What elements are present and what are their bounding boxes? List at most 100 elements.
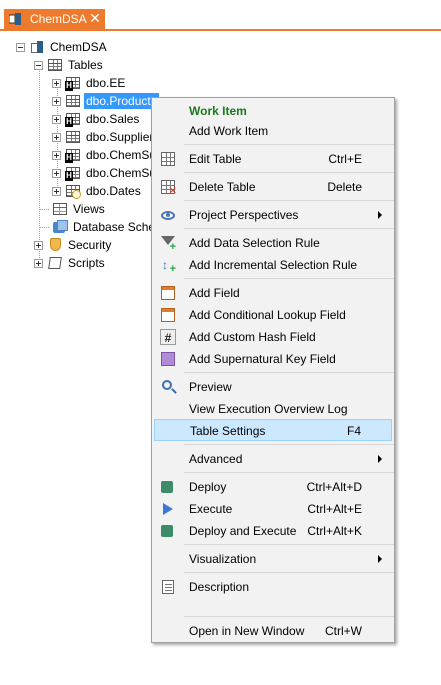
menu-item-shortcut: Ctrl+Alt+K [307, 524, 362, 538]
close-icon[interactable]: ✕ [88, 10, 102, 26]
menu-item-shortcut: Delete [327, 180, 362, 194]
tree-node-table[interactable]: H dbo.EE [52, 74, 127, 92]
tree-node-table[interactable]: dbo.Dates [52, 182, 143, 200]
expand-toggle[interactable] [52, 168, 61, 178]
menu-item-shortcut: Ctrl+E [328, 152, 362, 166]
menu-item-label: Project Perspectives [189, 208, 299, 222]
menu-item-add-supernatural-key-field[interactable]: Add Supernatural Key Field [154, 348, 392, 370]
incremental-rule-icon: ↕ + [162, 258, 176, 275]
submenu-arrow-icon [378, 211, 382, 219]
menu-item-open-in-new-window[interactable]: Open in New Window Ctrl+W [154, 620, 392, 642]
execute-icon [160, 501, 176, 517]
menu-item-label: Deploy and Execute [189, 524, 297, 538]
tree-node-table-selected[interactable]: dbo.Products [52, 92, 159, 110]
expand-toggle[interactable] [52, 114, 61, 124]
menu-item-add-work-item[interactable]: Add Work Item [154, 120, 392, 142]
expand-toggle[interactable] [34, 258, 43, 268]
tab-chemdsa[interactable]: ChemDSA ✕ [4, 9, 105, 29]
menu-item-add-custom-hash-field[interactable]: # Add Custom Hash Field [154, 326, 392, 348]
tree-node-table[interactable]: dbo.Supplier [52, 128, 155, 146]
eye-icon [160, 207, 176, 223]
menu-item-project-perspectives[interactable]: Project Perspectives [154, 204, 392, 226]
submenu-arrow-icon [378, 455, 382, 463]
menu-item-table-settings[interactable]: Table Settings F4 [154, 419, 392, 441]
edit-table-icon [160, 151, 176, 167]
tree-node-label: Tables [68, 58, 103, 72]
tree-node-security[interactable]: Security [34, 236, 113, 254]
menu-separator [184, 144, 394, 145]
menu-item-label: View Execution Overview Log [189, 402, 348, 416]
tree-node-table[interactable]: H dbo.Sales [52, 110, 141, 128]
menu-item-delete-table[interactable]: ✕ Delete Table Delete [154, 176, 392, 198]
menu-item-deploy[interactable]: Deploy Ctrl+Alt+D [154, 476, 392, 498]
menu-item-deploy-and-execute[interactable]: Deploy and Execute Ctrl+Alt+K [154, 520, 392, 542]
views-icon [52, 201, 68, 217]
menu-item-shortcut: F4 [346, 424, 361, 438]
menu-item-add-conditional-lookup-field[interactable]: Add Conditional Lookup Field [154, 304, 392, 326]
collapse-toggle[interactable] [34, 60, 43, 70]
menu-item-label: Visualization [189, 552, 257, 566]
tree-node-label: dbo.ChemSu [86, 166, 157, 180]
menu-item-shortcut: Ctrl+W [325, 624, 362, 638]
expand-toggle[interactable] [52, 150, 61, 160]
tree-node-root[interactable]: ChemDSA [16, 38, 109, 56]
menu-item-label: Add Supernatural Key Field [189, 352, 336, 366]
tree-node-database-schema[interactable]: Database Schem [48, 218, 167, 236]
menu-item-label: Add Field [189, 286, 240, 300]
menu-item-execute[interactable]: Execute Ctrl+Alt+E [154, 498, 392, 520]
menu-item-edit-table[interactable]: Edit Table Ctrl+E [154, 148, 392, 170]
tree-node-table[interactable]: H dbo.ChemSu [52, 146, 158, 164]
tree-node-table[interactable]: H dbo.ChemSu [52, 164, 158, 182]
tree-node-label: Security [68, 238, 112, 252]
menu-item-add-incremental-selection-rule[interactable]: ↕ + Add Incremental Selection Rule [154, 254, 392, 276]
tree-node-label: dbo.Supplier [86, 130, 154, 144]
menu-separator [184, 172, 394, 173]
menu-item-description[interactable]: Description [154, 576, 392, 598]
menu-item-label: Add Data Selection Rule [189, 236, 320, 250]
menu-header-label: Work Item [189, 104, 247, 118]
context-menu: Work Item Add Work Item Edit Table Ctrl+… [151, 97, 395, 643]
description-icon [160, 579, 176, 595]
add-filter-icon: + [160, 235, 176, 253]
hub-table-icon: H [65, 165, 81, 181]
tree-node-scripts[interactable]: Scripts [34, 254, 107, 272]
expand-toggle[interactable] [34, 240, 43, 250]
menu-item-label: Preview [189, 380, 232, 394]
menu-item-add-field[interactable]: Add Field [154, 282, 392, 304]
expand-toggle[interactable] [52, 132, 61, 142]
collapse-toggle[interactable] [16, 42, 25, 52]
tree-node-label: ChemDSA [50, 40, 107, 54]
tree-connector [39, 62, 40, 262]
menu-item-advanced[interactable]: Advanced [154, 448, 392, 470]
menu-item-label: Description [189, 580, 250, 594]
menu-item-label: Add Incremental Selection Rule [189, 258, 358, 272]
deploy-icon [160, 479, 176, 495]
menu-item-label: Open in New Window [189, 624, 305, 638]
menu-separator [184, 616, 394, 617]
hub-table-icon: H [65, 111, 81, 127]
expand-toggle[interactable] [52, 78, 61, 88]
menu-separator [184, 372, 394, 373]
delete-table-icon: ✕ [160, 179, 177, 197]
document-tab-strip: ChemDSA ✕ [0, 0, 441, 32]
menu-separator [184, 444, 394, 445]
tree-node-label: dbo.ChemSu [86, 148, 157, 162]
expand-toggle[interactable] [52, 96, 61, 106]
menu-item-label: Add Work Item [189, 124, 269, 138]
menu-item-view-execution-overview-log[interactable]: View Execution Overview Log [154, 398, 392, 420]
table-icon: H [65, 75, 81, 91]
date-table-icon [65, 183, 81, 199]
project-icon [8, 12, 23, 26]
menu-item-add-data-selection-rule[interactable]: + Add Data Selection Rule [154, 232, 392, 254]
hash-field-icon: # [160, 329, 176, 345]
menu-item-preview[interactable]: Preview [154, 376, 392, 398]
menu-item-shortcut: Ctrl+Alt+E [307, 502, 362, 516]
tables-folder-icon [47, 57, 63, 73]
expand-toggle[interactable] [52, 186, 61, 196]
menu-separator [184, 472, 394, 473]
menu-item-visualization[interactable]: Visualization [154, 548, 392, 570]
tree-node-views[interactable]: Views [48, 200, 107, 218]
menu-item-label: Advanced [189, 452, 243, 466]
tree-node-tables[interactable]: Tables [34, 56, 105, 74]
key-field-icon [160, 351, 176, 367]
